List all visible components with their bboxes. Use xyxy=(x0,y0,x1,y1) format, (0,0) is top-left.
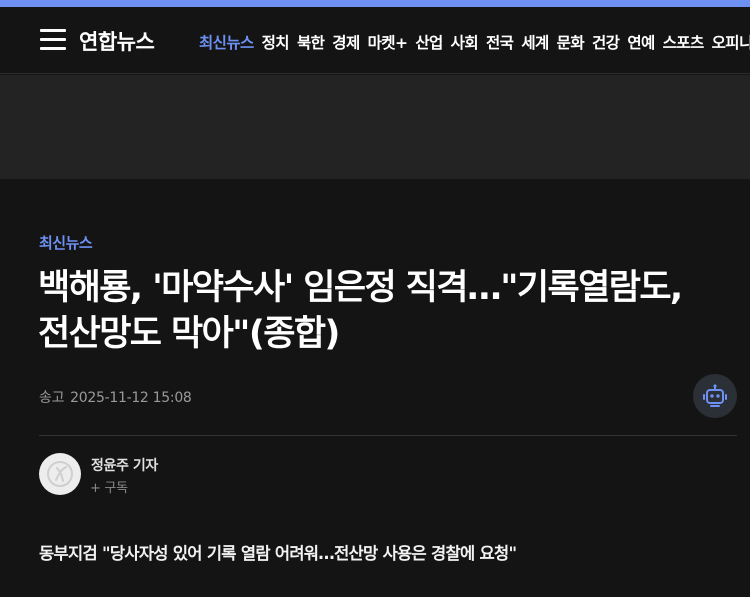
article-container: 최신뉴스 백해룡, '마약수사' 임은정 직격…"기록열람도, 전산망도 막아"… xyxy=(0,179,750,597)
nav-item-culture[interactable]: 문화 xyxy=(557,31,585,53)
top-accent-bar xyxy=(0,0,750,7)
meta-divider xyxy=(39,435,737,436)
global-nav-bar: 연합뉴스 최신뉴스 정치 북한 경제 마켓+ 산업 사회 전국 세계 문화 건강… xyxy=(0,7,750,74)
article-category[interactable]: 최신뉴스 xyxy=(39,232,93,253)
nav-item-world[interactable]: 세계 xyxy=(521,31,549,53)
nav-item-market[interactable]: 마켓+ xyxy=(368,31,408,53)
author-name[interactable]: 정윤주 기자 xyxy=(91,455,158,475)
article-headline: 백해룡, '마약수사' 임은정 직격…"기록열람도, 전산망도 막아"(종합) xyxy=(38,265,728,357)
nav-item-north-korea[interactable]: 북한 xyxy=(297,31,325,53)
robot-icon[interactable] xyxy=(693,374,737,418)
ad-banner-area xyxy=(0,75,750,179)
headline-line-1: 백해룡, '마약수사' 임은정 직격…"기록열람도, xyxy=(38,268,683,308)
nav-item-national[interactable]: 전국 xyxy=(486,31,514,53)
nav-item-latest[interactable]: 최신뉴스 xyxy=(199,31,254,53)
site-logo[interactable]: 연합뉴스 xyxy=(79,26,155,56)
headline-line-2: 전산망도 막아"(종합) xyxy=(38,314,340,354)
nav-item-sports[interactable]: 스포츠 xyxy=(663,31,705,53)
section-nav: 최신뉴스 정치 북한 경제 마켓+ 산업 사회 전국 세계 문화 건강 연예 스… xyxy=(199,31,750,53)
nav-item-entertainment[interactable]: 연예 xyxy=(627,31,655,53)
nav-item-opinion[interactable]: 오피니언 xyxy=(712,31,750,53)
article-meta: 송고 2025-11-12 15:08 xyxy=(39,387,192,407)
nav-item-health[interactable]: 건강 xyxy=(592,31,620,53)
hamburger-menu-icon[interactable] xyxy=(40,29,66,51)
article-subheadline: 동부지검 "당사자성 있어 기록 열람 어려워…전산망 사용은 경찰에 요청" xyxy=(39,544,517,563)
nav-item-politics[interactable]: 정치 xyxy=(262,31,290,53)
author-avatar-icon[interactable] xyxy=(39,453,81,495)
sent-label: 송고 xyxy=(39,390,65,406)
sent-time: 2025-11-12 15:08 xyxy=(70,390,192,406)
subscribe-button[interactable]: + 구독 xyxy=(90,477,128,496)
nav-item-economy[interactable]: 경제 xyxy=(332,31,360,53)
nav-item-industry[interactable]: 산업 xyxy=(415,31,443,53)
nav-item-society[interactable]: 사회 xyxy=(451,31,479,53)
